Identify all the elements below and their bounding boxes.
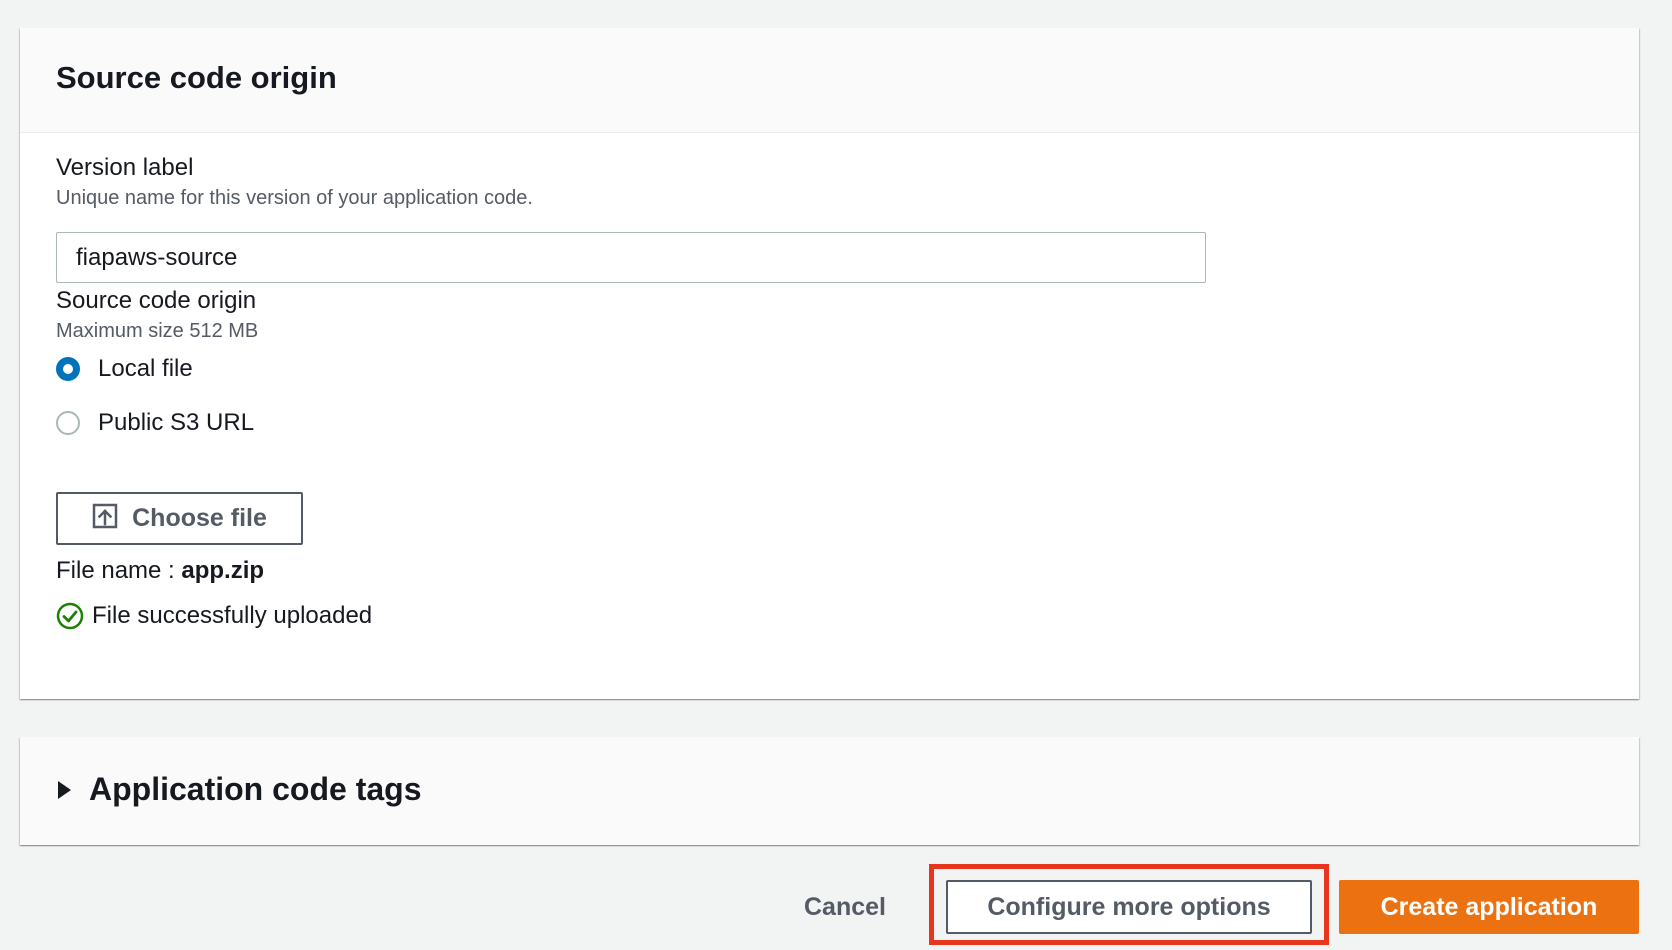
radio-local-file-control[interactable] (56, 357, 80, 381)
source-code-origin-panel: Source code origin Version label Unique … (20, 28, 1639, 699)
status-success-icon (56, 602, 84, 630)
version-label-input[interactable] (56, 232, 1206, 283)
radio-local-file[interactable]: Local file (56, 354, 193, 384)
choose-file-label: Choose file (132, 504, 267, 532)
upload-status-text: File successfully uploaded (92, 602, 373, 629)
cancel-button[interactable]: Cancel (770, 880, 920, 934)
radio-public-s3-url-control[interactable] (56, 411, 80, 435)
file-name-value: app.zip (181, 557, 265, 584)
source-origin-label: Source code origin (56, 287, 257, 314)
radio-public-s3-url-label: Public S3 URL (98, 409, 255, 436)
configure-more-options-button[interactable]: Configure more options (946, 880, 1312, 934)
application-code-tags-toggle[interactable]: Application code tags (58, 771, 421, 808)
application-code-tags-panel: Application code tags (20, 737, 1639, 845)
version-label-description: Unique name for this version of your app… (56, 187, 533, 209)
source-origin-description: Maximum size 512 MB (56, 320, 259, 342)
radio-local-file-label: Local file (98, 355, 193, 382)
create-application-button[interactable]: Create application (1339, 880, 1639, 934)
radio-public-s3-url[interactable]: Public S3 URL (56, 408, 254, 438)
file-name-line: File name : app.zip (56, 557, 264, 585)
choose-file-button[interactable]: Choose file (56, 492, 303, 545)
file-name-label: File name : (56, 557, 175, 584)
panel-header: Source code origin (20, 28, 1639, 133)
version-label-label: Version label (56, 154, 194, 181)
caret-right-icon (58, 780, 71, 799)
upload-status: File successfully uploaded (56, 602, 372, 630)
application-code-tags-title: Application code tags (89, 771, 422, 807)
upload-icon (92, 503, 118, 534)
panel-title: Source code origin (56, 60, 337, 95)
